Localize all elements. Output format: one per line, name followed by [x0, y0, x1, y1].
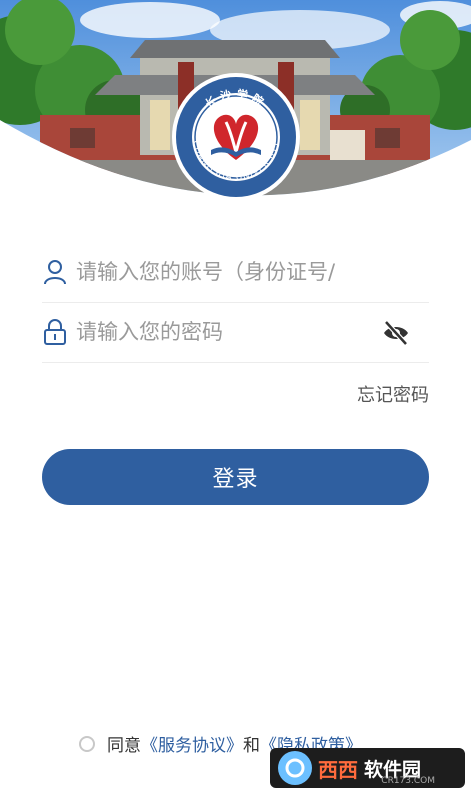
- agree-radio[interactable]: [79, 735, 95, 752]
- agree-conjunction: 和: [243, 736, 260, 756]
- university-logo: CHANGSHA UNIVERSITY 长沙学院: [171, 72, 301, 202]
- lock-icon: [42, 317, 68, 347]
- watermark-domain: CR173.COM: [381, 776, 435, 786]
- login-button[interactable]: 登录: [42, 449, 429, 505]
- account-field-row: [42, 242, 429, 303]
- watermark-brand: 西西: [318, 757, 358, 782]
- agree-prefix: 同意: [107, 736, 141, 756]
- site-watermark: 西西 软件园 CR173.COM: [270, 748, 465, 788]
- forgot-password-link[interactable]: 忘记密码: [357, 381, 429, 407]
- password-input[interactable]: [76, 320, 376, 344]
- watermark-logo-icon: [278, 751, 312, 785]
- account-input[interactable]: [76, 260, 376, 284]
- eye-off-icon[interactable]: [381, 318, 411, 348]
- password-field-row: [42, 302, 429, 363]
- user-icon: [42, 257, 68, 287]
- university-seal: CHANGSHA UNIVERSITY 长沙学院: [172, 73, 300, 201]
- service-agreement-link[interactable]: 《服务协议》: [141, 731, 243, 756]
